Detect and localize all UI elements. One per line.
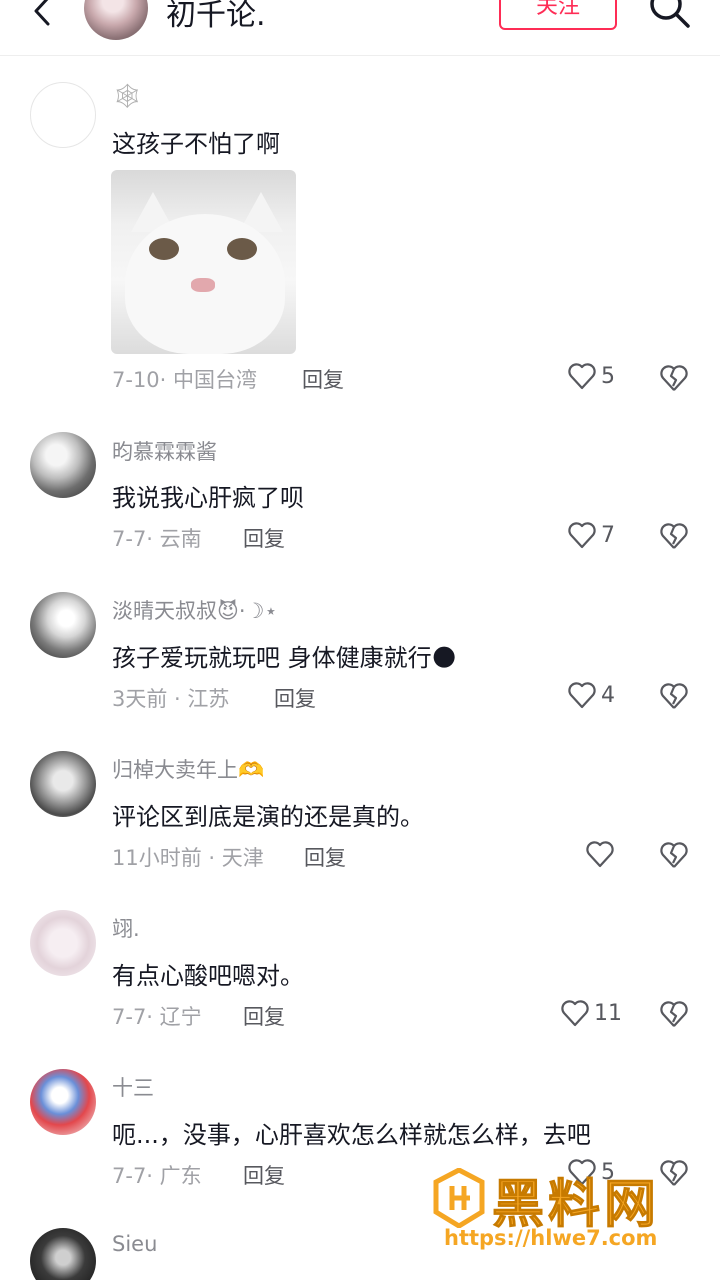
watermark: 黑料网 https://hlwe7.com [432,1166,702,1258]
search-icon[interactable] [646,0,692,30]
commenter-avatar[interactable] [30,1069,96,1135]
commenter-name[interactable]: 🕸 [112,82,142,110]
broken-heart-icon[interactable] [659,841,689,869]
comment-text: 这孩子不怕了啊 [112,130,280,158]
author-name[interactable]: 初千论. [166,0,266,34]
like-button[interactable]: 5 [567,362,615,390]
commenter-name[interactable]: Sieu [112,1232,157,1256]
commenter-name[interactable]: 昀慕霖霖酱 [112,436,217,466]
comment-meta: 7-7· 云南 [112,527,202,551]
heart-icon [561,1000,589,1027]
commenter-avatar[interactable] [30,910,96,976]
commenter-avatar[interactable] [30,592,96,658]
commenter-avatar[interactable] [30,751,96,817]
like-button[interactable]: 4 [567,681,615,709]
comment-text: 孩子爱玩就玩吧 身体健康就行🌑 [112,644,457,672]
commenter-name[interactable]: 归棹大卖年上🫶 [112,754,264,784]
comment-meta: 7-10· 中国台湾 [112,368,258,392]
like-count: 7 [601,522,615,548]
author-avatar[interactable] [84,0,148,40]
back-arrow-icon[interactable] [28,0,58,28]
broken-heart-icon[interactable] [659,522,689,550]
comment-text: 评论区到底是演的还是真的。 [112,803,424,831]
commenter-avatar[interactable] [30,82,96,148]
like-button[interactable]: 11 [560,999,622,1027]
like-count: 11 [594,1000,622,1026]
commenter-avatar[interactable] [30,432,96,498]
comment-image-cat[interactable] [111,170,296,354]
comment-text: 有点心酸吧嗯对。 [112,962,304,990]
reply-button[interactable]: 回复 [302,364,344,394]
commenter-name[interactable]: 淡晴天叔叔😈·☽⋆ [112,595,278,625]
comment-meta: 7-7· 辽宁 [112,1005,202,1029]
comment-text: 呃...，没事，心肝喜欢怎么样就怎么样，去吧 [112,1121,591,1149]
comment-meta: 7-7· 广东 [112,1164,202,1188]
heart-icon [586,841,614,868]
like-button[interactable] [585,840,619,868]
heart-icon [568,522,596,549]
comment-meta: 3天前 · 江苏 [112,687,230,711]
like-button[interactable]: 7 [567,521,615,549]
broken-heart-icon[interactable] [659,364,689,392]
broken-heart-icon[interactable] [659,1000,689,1028]
commenter-name[interactable]: 翊. [112,913,140,943]
reply-button[interactable]: 回复 [243,1001,285,1031]
commenter-name[interactable]: 十三 [112,1072,154,1102]
comment-meta: 11小时前 · 天津 [112,846,264,870]
like-count: 4 [601,682,615,708]
top-bar: 初千论. 关注 [0,0,720,56]
heart-icon [568,363,596,390]
comment-text: 我说我心肝疯了呗 [112,484,304,512]
reply-button[interactable]: 回复 [274,683,316,713]
reply-button[interactable]: 回复 [304,842,346,872]
watermark-logo-icon [433,1168,485,1228]
like-count: 5 [601,363,615,389]
heart-icon [568,682,596,709]
reply-button[interactable]: 回复 [243,523,285,553]
watermark-url: https://hlwe7.com [444,1226,658,1250]
reply-button[interactable]: 回复 [243,1160,285,1190]
broken-heart-icon[interactable] [659,682,689,710]
follow-button[interactable]: 关注 [499,0,617,30]
commenter-avatar[interactable] [30,1228,96,1280]
